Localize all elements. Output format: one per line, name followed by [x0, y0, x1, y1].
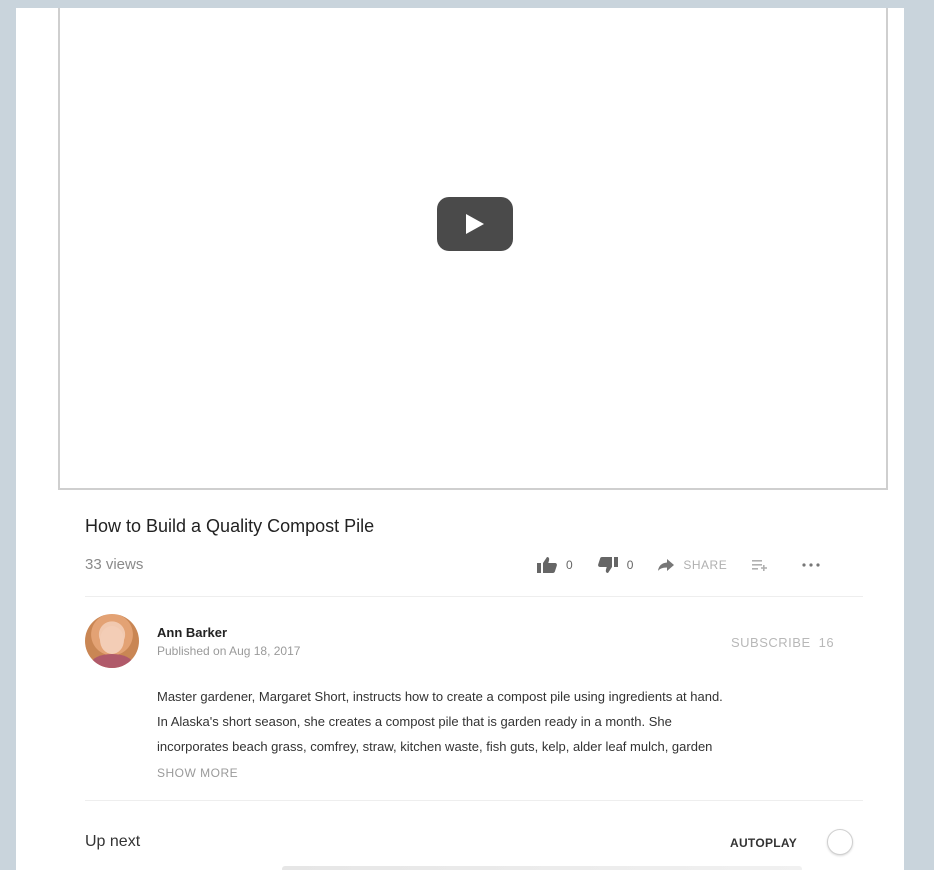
- more-horizontal-icon: [802, 563, 820, 567]
- description-line: incorporates beach grass, comfrey, straw…: [157, 739, 713, 754]
- avatar-shirt: [91, 654, 133, 668]
- add-to-playlist-button[interactable]: [751, 558, 777, 572]
- dislike-button[interactable]: 0: [597, 556, 634, 574]
- like-count: 0: [566, 558, 573, 572]
- subscribe-button[interactable]: SUBSCRIBE 16: [731, 635, 834, 650]
- divider: [85, 800, 863, 801]
- subscribe-label: SUBSCRIBE: [731, 635, 811, 650]
- view-count: 33 views: [85, 556, 144, 573]
- avatar-face: [100, 626, 124, 654]
- share-button[interactable]: SHARE: [657, 558, 727, 572]
- autoplay-toggle[interactable]: [827, 829, 853, 855]
- description-line: In Alaska's short season, she creates a …: [157, 714, 672, 729]
- video-player[interactable]: [58, 8, 888, 490]
- divider: [85, 596, 863, 597]
- video-title: How to Build a Quality Compost Pile: [85, 516, 375, 536]
- add-to-playlist-icon: [752, 560, 768, 571]
- up-next-heading: Up next: [85, 833, 141, 850]
- avatar[interactable]: [85, 614, 139, 668]
- more-actions-button[interactable]: [801, 562, 829, 568]
- dislike-count: 0: [626, 558, 634, 572]
- autoplay-label: AUTOPLAY: [730, 836, 798, 850]
- thumbs-up-icon: [537, 557, 557, 573]
- share-arrow-icon: [658, 559, 675, 571]
- share-label: SHARE: [683, 558, 728, 572]
- publish-date: Published on Aug 18, 2017: [157, 644, 301, 658]
- play-button[interactable]: [437, 197, 513, 251]
- like-button[interactable]: 0: [536, 556, 573, 574]
- channel-name[interactable]: Ann Barker: [157, 625, 227, 640]
- video-actions: 0 0 SHARE: [536, 556, 853, 574]
- thumbs-down-icon: [597, 557, 618, 573]
- next-video-teaser: [282, 866, 802, 870]
- play-icon: [466, 214, 484, 234]
- subscriber-count: 16: [818, 635, 835, 650]
- video-description: Master gardener, Margaret Short, instruc…: [157, 684, 857, 759]
- show-more-button[interactable]: SHOW MORE: [157, 766, 238, 780]
- video-page-card: How to Build a Quality Compost Pile 33 v…: [16, 8, 904, 870]
- description-line: Master gardener, Margaret Short, instruc…: [157, 689, 723, 704]
